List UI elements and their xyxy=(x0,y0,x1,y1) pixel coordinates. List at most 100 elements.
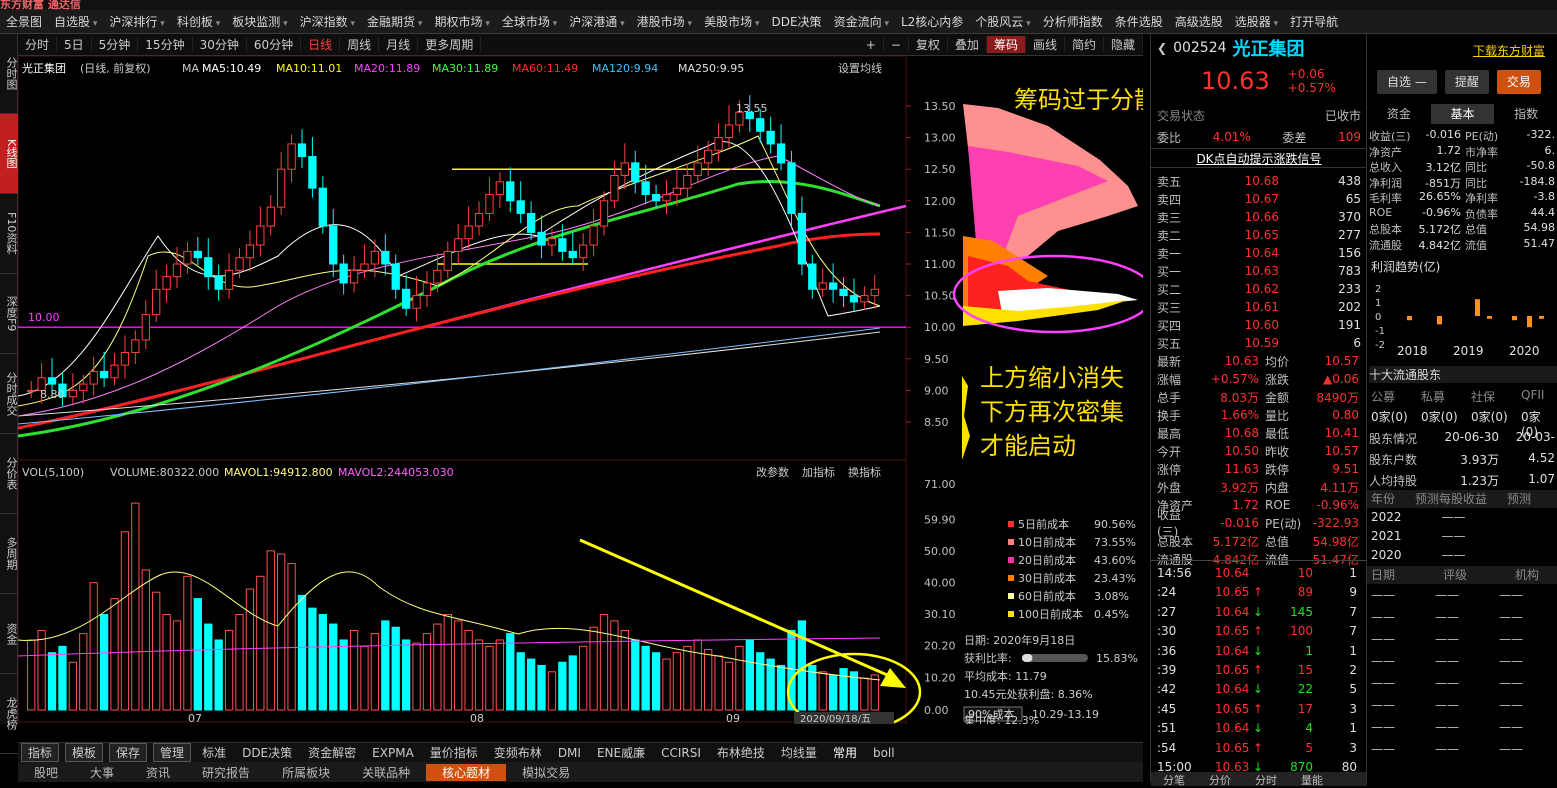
bid-row[interactable]: 买一 10.63 783 xyxy=(1151,262,1367,280)
quote-bottom-tab[interactable]: 量能 xyxy=(1289,772,1335,787)
indicator-tab[interactable]: 常用 xyxy=(825,744,865,761)
nav-item[interactable]: 资金流向 xyxy=(828,13,895,30)
vol-action[interactable]: 改参数 xyxy=(756,465,789,479)
indicator-tab[interactable]: DMI xyxy=(550,746,589,760)
indicator-tab[interactable]: 保存 xyxy=(109,743,148,762)
nav-item[interactable]: 自选股 xyxy=(48,13,103,30)
indicator-tab[interactable]: 管理 xyxy=(153,743,192,762)
ask-row[interactable]: 卖五 10.68 438 xyxy=(1151,172,1367,190)
indicator-tab[interactable]: 量价指标 xyxy=(422,744,486,761)
indicator-tab[interactable]: 变频布林 xyxy=(486,744,550,761)
chart-header-settings[interactable]: 设置均线 xyxy=(838,61,882,75)
nav-item[interactable]: 高级选股 xyxy=(1169,13,1229,30)
info-tab[interactable]: 资讯 xyxy=(130,764,186,781)
period-tab[interactable]: 月线 xyxy=(379,36,419,53)
toolbar-button[interactable]: − xyxy=(884,37,909,52)
nav-item[interactable]: 沪深港通 xyxy=(563,13,630,30)
indicator-tab[interactable]: EXPMA xyxy=(364,746,422,760)
download-link[interactable]: 下载东方财富 xyxy=(1473,42,1545,59)
indicator-tab[interactable]: 资金解密 xyxy=(300,744,364,761)
toolbar-button[interactable]: 画线 xyxy=(1026,36,1065,53)
nav-item[interactable]: 分析师指数 xyxy=(1037,13,1109,30)
info-tab[interactable]: 关联品种 xyxy=(346,764,426,781)
period-tab[interactable]: 15分钟 xyxy=(138,36,193,53)
quote-bottom-tab[interactable]: 分价 xyxy=(1197,772,1243,787)
fin-tab[interactable]: 资金 xyxy=(1367,104,1431,124)
left-tab[interactable]: 资金 xyxy=(0,594,18,674)
left-tab[interactable]: K线图 xyxy=(0,114,18,194)
indicator-tab[interactable]: 指标 xyxy=(21,743,60,762)
indicator-tab[interactable]: 布林绝技 xyxy=(709,744,773,761)
nav-item[interactable]: 板块监测 xyxy=(226,13,293,30)
nav-item[interactable]: 沪深排行 xyxy=(103,13,170,30)
period-tab[interactable]: 分时 xyxy=(18,36,58,53)
nav-item[interactable]: 选股器 xyxy=(1229,13,1284,30)
info-tab[interactable]: 模拟交易 xyxy=(506,764,586,781)
nav-item[interactable]: 全球市场 xyxy=(496,13,563,30)
bid-row[interactable]: 买二 10.62 233 xyxy=(1151,280,1367,298)
period-tab[interactable]: 5分钟 xyxy=(92,36,139,53)
nav-item[interactable]: 全景图 xyxy=(0,13,48,30)
vol-action[interactable]: 换指标 xyxy=(848,465,881,479)
info-tab[interactable]: 股吧 xyxy=(18,764,74,781)
period-tab[interactable]: 30分钟 xyxy=(193,36,247,53)
indicator-tab[interactable]: DDE决策 xyxy=(234,744,300,761)
toolbar-button[interactable]: 筹码 xyxy=(986,36,1026,53)
nav-item[interactable]: 港股市场 xyxy=(631,13,698,30)
fin-tab[interactable]: 指数 xyxy=(1494,104,1557,124)
indicator-tab[interactable]: ENE威廉 xyxy=(589,744,653,761)
nav-item[interactable]: 美股市场 xyxy=(698,13,765,30)
nav-item[interactable]: L2核心内参 xyxy=(895,13,969,30)
bid-row[interactable]: 买四 10.60 191 xyxy=(1151,316,1367,334)
nav-item[interactable]: 科创板 xyxy=(171,13,226,30)
info-tab[interactable]: 研究报告 xyxy=(186,764,266,781)
toolbar-button[interactable]: 叠加 xyxy=(948,36,987,53)
ask-row[interactable]: 卖四 10.67 65 xyxy=(1151,190,1367,208)
kline-chart[interactable]: 光正集团 (日线, 前复权) MA MA5:10.49 MA10:11.01 MA20:1… xyxy=(17,55,1158,732)
left-tab[interactable]: 多周期 xyxy=(0,514,18,594)
info-tab[interactable]: 核心题材 xyxy=(426,763,507,781)
toolbar-button[interactable]: 隐藏 xyxy=(1104,36,1143,53)
nav-item[interactable]: 条件选股 xyxy=(1109,13,1169,30)
indicator-tab[interactable]: 模板 xyxy=(65,743,104,762)
toolbar-button[interactable]: 复权 xyxy=(909,36,948,53)
info-tab[interactable]: 大事 xyxy=(74,764,130,781)
period-tab[interactable]: 日线 xyxy=(301,36,341,53)
nav-item[interactable]: 个股风云 xyxy=(969,13,1036,30)
toolbar-button[interactable]: + xyxy=(859,37,884,52)
period-tab[interactable]: 更多周期 xyxy=(418,36,482,53)
quote-bottom-tab[interactable]: 分笔 xyxy=(1151,772,1197,787)
left-tab[interactable]: 分价表 xyxy=(0,434,18,514)
bid-row[interactable]: 买五 10.59 6 xyxy=(1151,334,1367,352)
info-tab[interactable]: 所属板块 xyxy=(266,764,346,781)
watch-button[interactable]: 自选 — xyxy=(1377,70,1437,94)
nav-item[interactable]: 沪深指数 xyxy=(294,13,361,30)
vol-action[interactable]: 加指标 xyxy=(802,465,835,479)
period-tab[interactable]: 60分钟 xyxy=(247,36,302,53)
ask-row[interactable]: 卖一 10.64 156 xyxy=(1151,244,1367,262)
fin-tab[interactable]: 基本 xyxy=(1430,104,1495,124)
left-tab[interactable]: 龙虎榜 xyxy=(0,674,18,754)
back-icon[interactable]: ❮ xyxy=(1157,41,1167,55)
period-tab[interactable]: 周线 xyxy=(340,36,380,53)
toolbar-button[interactable]: 简约 xyxy=(1065,36,1104,53)
indicator-tab[interactable]: CCIRSI xyxy=(653,746,709,760)
indicator-tab[interactable]: 均线量 xyxy=(773,744,825,761)
signal-link[interactable]: DK点自动提示涨跌信号 xyxy=(1151,148,1367,168)
nav-item[interactable]: DDE决策 xyxy=(765,13,827,30)
bid-row[interactable]: 买三 10.61 202 xyxy=(1151,298,1367,316)
indicator-tab[interactable]: 标准 xyxy=(194,744,234,761)
nav-item[interactable]: 金融期货 xyxy=(361,13,428,30)
left-tab[interactable]: F10资料 xyxy=(0,194,18,274)
left-tab[interactable]: 深度F9 xyxy=(0,274,18,354)
quote-bottom-tab[interactable]: 分时 xyxy=(1243,772,1289,787)
ask-row[interactable]: 卖三 10.66 370 xyxy=(1151,208,1367,226)
indicator-tab[interactable]: boll xyxy=(865,746,903,760)
left-tab[interactable]: 分时图 xyxy=(0,34,18,114)
period-tab[interactable]: 5日 xyxy=(57,36,92,53)
left-tab[interactable]: 分时成交 xyxy=(0,354,18,434)
alert-button[interactable]: 提醒 xyxy=(1444,70,1489,94)
trade-button[interactable]: 交易 xyxy=(1496,70,1541,94)
ask-row[interactable]: 卖二 10.65 277 xyxy=(1151,226,1367,244)
nav-item[interactable]: 打开导航 xyxy=(1284,13,1344,30)
